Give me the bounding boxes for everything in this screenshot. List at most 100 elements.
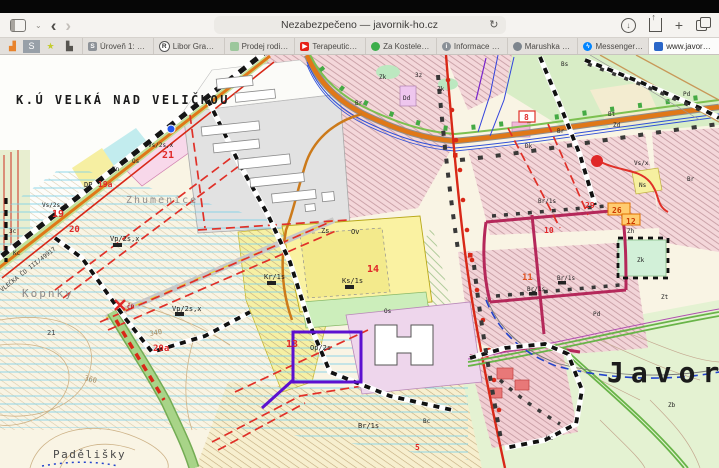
- map-label: Vp/2s,x: [110, 235, 140, 243]
- civic-zone-os: [346, 302, 482, 394]
- map-label: Vs/2s,x: [42, 202, 68, 209]
- browser-tab-2[interactable]: RLibor Grabec…: [153, 38, 224, 54]
- map-label: Kopnky: [22, 287, 74, 300]
- map-label: Br: [687, 176, 695, 183]
- map-label: Zk: [379, 74, 387, 81]
- pinned-tab-chart[interactable]: ▟: [4, 40, 21, 53]
- browser-tab-1[interactable]: SÚroveň 1: Přt…: [82, 38, 153, 54]
- map-label: 14: [367, 264, 379, 275]
- map-label: 20a: [153, 344, 169, 354]
- map-label: Kc: [13, 250, 21, 257]
- map-label: 20: [69, 225, 80, 235]
- map-label: Os: [132, 158, 140, 165]
- map-viewport[interactable]: K.Ú VELKÁ NAD VELIČKOU Javorník Zhumenice K…: [0, 55, 719, 468]
- map-label: 12: [626, 217, 636, 226]
- address-bar[interactable]: Nezabezpečeno — javornik-ho.cz ↻: [214, 16, 506, 34]
- map-label: Br/1s: [527, 286, 545, 293]
- map-label: 21: [162, 150, 174, 161]
- map-label: Padělišky: [53, 448, 126, 461]
- tab-label: Marushka - 0…: [525, 42, 573, 51]
- map-label: Javorník: [607, 356, 719, 389]
- sidebar-icon[interactable]: [10, 19, 26, 32]
- tab-label: Za Kostelem…: [383, 42, 431, 51]
- map-label: Br: [557, 128, 565, 135]
- map-label: Dd: [403, 95, 411, 102]
- map-label: 8: [524, 113, 529, 122]
- chevron-down-icon[interactable]: ⌄: [35, 21, 42, 30]
- map-label: 10: [544, 226, 554, 235]
- browser-tab-7[interactable]: Marushka - 0…: [507, 38, 578, 54]
- browser-toolbar: ⌄ ‹ › Nezabezpečeno — javornik-ho.cz ↻ ↓…: [0, 13, 719, 38]
- pinned-tab-tools[interactable]: ▙: [61, 40, 78, 53]
- tab-favicon: [513, 42, 522, 51]
- pinned-tab-s-app[interactable]: S: [23, 40, 40, 53]
- map-label: Vp/2s,x: [172, 305, 202, 313]
- map-label: Bs: [561, 61, 569, 68]
- browser-tab-9[interactable]: www.javornik…: [648, 38, 719, 54]
- tab-label: Úroveň 1: Přt…: [100, 42, 148, 51]
- browser-tab-4[interactable]: ▶Terapeutická…: [294, 38, 365, 54]
- map-label: 3z: [415, 72, 423, 79]
- map-label: Ns: [639, 182, 647, 189]
- address-bar-text: Nezabezpečeno — javornik-ho.cz: [281, 19, 438, 31]
- window-top-strip: [0, 0, 719, 13]
- forward-button[interactable]: ›: [65, 17, 71, 34]
- map-label: Bt: [608, 111, 616, 118]
- map-label: Zb: [668, 402, 676, 409]
- tab-label: Informace o…: [454, 42, 502, 51]
- map-label: Br/1s: [557, 275, 575, 282]
- tab-label: Libor Grabec…: [173, 42, 219, 51]
- map-label: 5: [415, 443, 420, 452]
- browser-tab-8[interactable]: ϟMessenger |…: [577, 38, 648, 54]
- map-label: 21: [47, 329, 55, 337]
- map-label: Br/1s: [358, 422, 379, 430]
- map-label: Zh: [627, 228, 635, 235]
- map-label: Br: [355, 100, 363, 107]
- browser-tab-3[interactable]: Prodej rodinn…: [224, 38, 295, 54]
- tab-overview-icon[interactable]: [696, 20, 707, 31]
- map-label: 19a: [98, 180, 113, 189]
- tab-favicon: ϟ: [583, 42, 592, 51]
- tab-favicon: [654, 42, 663, 51]
- pinned-tabs: ▟S★▙: [0, 38, 82, 54]
- reload-icon[interactable]: ↻: [489, 18, 498, 31]
- map-label: Zk: [637, 257, 645, 264]
- map-label: Kr/1s: [264, 273, 285, 281]
- map-label: Zd: [613, 122, 621, 129]
- new-tab-button[interactable]: +: [675, 18, 683, 32]
- back-button[interactable]: ‹: [51, 17, 57, 34]
- tab-favicon: R: [159, 41, 170, 52]
- map-label: Dk: [525, 143, 533, 150]
- tab-favicon: ▶: [300, 42, 309, 51]
- pinned-tab-star[interactable]: ★: [42, 40, 59, 53]
- tabs-strip: SÚroveň 1: Přt…RLibor Grabec…Prodej rodi…: [82, 38, 719, 54]
- download-icon[interactable]: ↓: [621, 18, 636, 33]
- zoning-map-canvas[interactable]: K.Ú VELKÁ NAD VELIČKOU Javorník Zhumenice K…: [0, 55, 719, 468]
- map-label: Ks/1s: [342, 277, 363, 285]
- tab-label: Prodej rodinn…: [242, 42, 290, 51]
- tab-label: Messenger |…: [595, 42, 643, 51]
- map-label: 11: [522, 273, 533, 283]
- blue-point-marker: [167, 125, 175, 133]
- map-label: Zk: [437, 86, 445, 93]
- tab-label: www.javornik…: [666, 42, 714, 51]
- map-label: 26: [612, 206, 622, 215]
- share-icon[interactable]: ↑: [649, 18, 662, 32]
- map-label: Zt: [661, 294, 669, 301]
- browser-window: ⌄ ‹ › Nezabezpečeno — javornik-ho.cz ↻ ↓…: [0, 0, 719, 468]
- map-label: Zhumenice: [126, 195, 198, 206]
- map-label: 3c: [9, 228, 17, 235]
- map-label: Pd: [683, 91, 691, 98]
- map-label: 13: [286, 339, 298, 350]
- tab-label: Terapeutická…: [312, 42, 360, 51]
- browser-tab-5[interactable]: Za Kostelem…: [365, 38, 436, 54]
- map-label: Zs: [321, 227, 329, 235]
- map-label: DP: [84, 181, 92, 189]
- map-label: Op/2s: [310, 344, 331, 352]
- map-label: K.Ú VELKÁ NAD VELIČKOU: [16, 92, 230, 107]
- map-label: Kc: [546, 435, 554, 442]
- browser-tab-6[interactable]: iInformace o…: [436, 38, 507, 54]
- tab-bar: ▟S★▙ SÚroveň 1: Přt…RLibor Grabec…Prodej…: [0, 38, 719, 55]
- map-label: 29: [585, 201, 595, 210]
- map-label: Br/1s: [538, 198, 556, 205]
